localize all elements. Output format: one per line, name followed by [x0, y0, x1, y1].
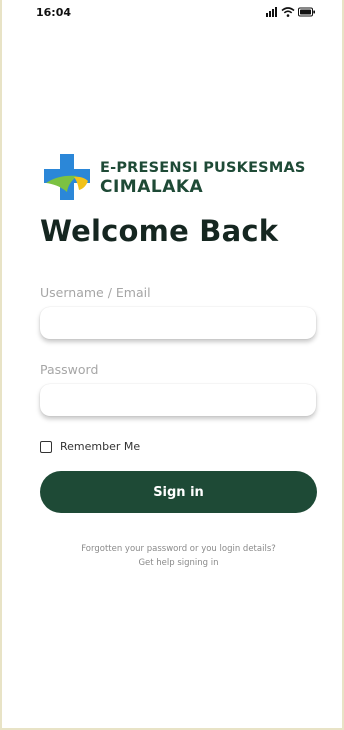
remember-me-checkbox[interactable]	[40, 440, 52, 453]
health-cross-logo-icon	[44, 154, 90, 200]
username-label: Username / Email	[40, 285, 151, 300]
battery-icon	[298, 7, 315, 17]
page-title: Welcome Back	[40, 214, 279, 248]
status-time: 16:04	[36, 6, 72, 19]
sign-in-label: Sign in	[153, 484, 204, 500]
remember-me-label: Remember Me	[60, 440, 141, 453]
phone-frame: 16:04 E-PRESENSI PUSKESMAS CIMALAKA Welc…	[0, 0, 344, 730]
password-label: Password	[40, 362, 99, 377]
remember-me-row[interactable]: Remember Me	[40, 440, 140, 453]
username-email-input[interactable]	[40, 307, 316, 339]
brand-name: E-PRESENSI PUSKESMAS CIMALAKA	[100, 159, 306, 197]
help-text: Forgotten your password or you login det…	[81, 544, 276, 554]
brand-name-line1: E-PRESENSI PUSKESMAS	[100, 160, 306, 176]
password-input[interactable]	[40, 384, 316, 416]
status-icons	[266, 7, 316, 17]
signal-icon	[266, 7, 277, 17]
brand-name-line2: CIMALAKA	[100, 177, 204, 197]
help-link[interactable]: Get help signing in	[40, 558, 317, 568]
wifi-icon	[281, 7, 295, 17]
status-bar: 16:04	[2, 0, 342, 28]
sign-in-button[interactable]: Sign in	[40, 471, 317, 513]
brand-header: E-PRESENSI PUSKESMAS CIMALAKA	[40, 150, 306, 206]
